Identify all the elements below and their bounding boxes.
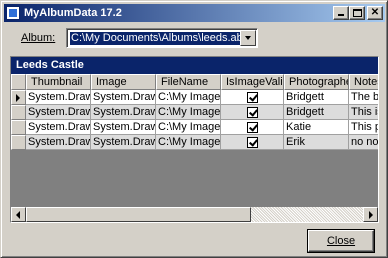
row-selector[interactable]	[11, 120, 26, 135]
cell-thumbnail[interactable]: System.Drawi	[26, 135, 91, 150]
window-title: MyAlbumData 17.2	[24, 7, 122, 19]
column-header-photographer[interactable]: Photographer	[284, 74, 349, 90]
cell-notes[interactable]: no no	[349, 135, 378, 150]
checkbox-checked[interactable]	[246, 121, 258, 133]
horizontal-scrollbar[interactable]	[11, 207, 378, 222]
table-row[interactable]: System.Drawi System.Drawi C:\My Images B…	[11, 105, 378, 120]
row-selector[interactable]	[11, 135, 26, 150]
cell-thumbnail[interactable]: System.Drawi	[26, 90, 91, 105]
checkbox-checked[interactable]	[246, 106, 258, 118]
column-header-notes[interactable]: Notes	[349, 74, 378, 90]
table-row[interactable]: System.Drawi System.Drawi C:\My Images K…	[11, 120, 378, 135]
album-combobox[interactable]: C:\My Documents\Albums\leeds.abm	[66, 28, 258, 48]
column-header-isimagevalid[interactable]: IsImageValid	[221, 74, 284, 90]
column-header-thumbnail[interactable]: Thumbnail	[26, 74, 91, 90]
minimize-icon	[338, 14, 344, 16]
cell-photographer[interactable]: Katie	[284, 120, 349, 135]
title-bar[interactable]: MyAlbumData 17.2 ✕	[4, 4, 385, 22]
cell-notes[interactable]: The b	[349, 90, 378, 105]
scroll-left-icon[interactable]	[11, 207, 26, 222]
album-label: Album:	[21, 32, 55, 44]
data-grid[interactable]: Leeds Castle Thumbnail Image FileName Is…	[10, 56, 379, 223]
cell-image[interactable]: System.Drawi	[91, 120, 156, 135]
cell-filename[interactable]: C:\My Images	[156, 90, 221, 105]
cell-isimagevalid[interactable]	[221, 105, 284, 120]
close-icon: ✕	[370, 7, 380, 18]
app-window: MyAlbumData 17.2 ✕ Album: C:\My Document…	[0, 0, 388, 258]
row-header-corner	[11, 74, 26, 90]
cell-isimagevalid[interactable]	[221, 135, 284, 150]
album-combobox-value: C:\My Documents\Albums\leeds.abm	[70, 32, 253, 45]
column-header-filename[interactable]: FileName	[156, 74, 221, 90]
minimize-button[interactable]	[333, 6, 349, 20]
table-row[interactable]: System.Drawi System.Drawi C:\My Images B…	[11, 90, 378, 105]
cell-photographer[interactable]: Bridgett	[284, 90, 349, 105]
cell-photographer[interactable]: Bridgett	[284, 105, 349, 120]
cell-image[interactable]: System.Drawi	[91, 105, 156, 120]
cell-thumbnail[interactable]: System.Drawi	[26, 120, 91, 135]
checkbox-checked[interactable]	[246, 136, 258, 148]
app-icon[interactable]	[6, 6, 20, 20]
grid-caption: Leeds Castle	[11, 57, 378, 74]
cell-filename[interactable]: C:\My Images	[156, 135, 221, 150]
album-label-text: Album:	[21, 32, 56, 44]
cell-notes[interactable]: This is	[349, 105, 378, 120]
cell-image[interactable]: System.Drawi	[91, 135, 156, 150]
current-row-icon	[16, 94, 20, 102]
cell-image[interactable]: System.Drawi	[91, 90, 156, 105]
close-button[interactable]: Close	[308, 230, 374, 252]
scrollbar-thumb[interactable]	[26, 207, 251, 222]
cell-isimagevalid[interactable]	[221, 120, 284, 135]
cell-thumbnail[interactable]: System.Drawi	[26, 105, 91, 120]
scroll-right-icon[interactable]	[363, 207, 378, 222]
checkbox-checked[interactable]	[246, 91, 258, 103]
row-selector[interactable]	[11, 90, 26, 105]
cell-photographer[interactable]: Erik	[284, 135, 349, 150]
grid-rows: System.Drawi System.Drawi C:\My Images B…	[11, 90, 378, 150]
chevron-down-icon[interactable]	[240, 30, 256, 46]
grid-header: Thumbnail Image FileName IsImageValid Ph…	[11, 74, 378, 90]
close-window-button[interactable]: ✕	[367, 6, 383, 20]
cell-filename[interactable]: C:\My Images	[156, 105, 221, 120]
cell-notes[interactable]: This p	[349, 120, 378, 135]
close-button-label: Close	[326, 235, 356, 247]
table-row[interactable]: System.Drawi System.Drawi C:\My Images E…	[11, 135, 378, 150]
maximize-button[interactable]	[349, 6, 365, 20]
cell-isimagevalid[interactable]	[221, 90, 284, 105]
column-header-image[interactable]: Image	[91, 74, 156, 90]
maximize-icon	[353, 9, 362, 17]
row-selector[interactable]	[11, 105, 26, 120]
cell-filename[interactable]: C:\My Images	[156, 120, 221, 135]
